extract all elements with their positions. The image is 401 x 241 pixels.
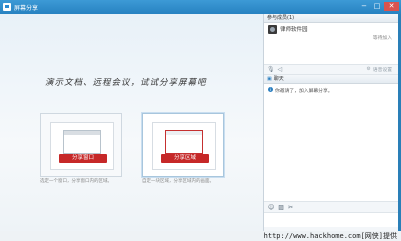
share-region-button[interactable]: 分享区域 <box>152 122 216 170</box>
side-panel: 参与成员(1) 律师软件园 等待加入 🎙 ◁ ⚙ 语音设置 ▣ 聊天 i 你邀请… <box>263 14 398 231</box>
mic-icon[interactable]: 🎙 <box>267 66 275 74</box>
members-header: 参与成员(1) <box>264 14 398 23</box>
slogan-text: 演示文档、远程会议，试试分享屏幕吧 <box>45 78 207 88</box>
window-icon <box>63 130 101 154</box>
share-window-card[interactable]: 分享窗口 <box>40 113 122 177</box>
share-region-label: 分享区域 <box>161 154 209 163</box>
member-status: 等待加入 <box>372 36 392 41</box>
chat-header: ▣ 聊天 <box>264 75 398 84</box>
maximize-button[interactable]: □ <box>371 2 383 11</box>
share-window-button[interactable]: 分享窗口 <box>50 122 114 170</box>
share-window-label: 分享窗口 <box>59 154 107 163</box>
audio-controls: 🎙 ◁ ⚙ 语音设置 <box>264 64 398 75</box>
share-region-card[interactable]: 分享区域 <box>142 113 224 177</box>
app-icon <box>3 3 11 11</box>
info-icon: i <box>268 87 273 92</box>
scissors-icon[interactable]: ✂ <box>288 204 293 211</box>
watermark-strip: http://www.hackhome.com[网侠]提供 <box>0 231 401 241</box>
share-window-description: 选定一个窗口，分享窗口内的区域。 <box>40 179 112 184</box>
watermark-text: http://www.hackhome.com[网侠]提供 <box>263 232 397 240</box>
chat-toolbar: ☺ ▨ ✂ <box>264 201 398 212</box>
title-bar: 屏幕分享 − □ ✕ <box>0 0 401 14</box>
window-title: 屏幕分享 <box>14 4 39 12</box>
region-icon <box>165 130 203 154</box>
settings-icon: ⚙ <box>366 67 371 72</box>
members-list: 律师软件园 等待加入 <box>264 23 398 64</box>
member-item[interactable]: 律师软件园 <box>264 23 398 35</box>
smiley-icon[interactable]: ☺ <box>268 204 274 211</box>
share-main-area: 演示文档、远程会议，试试分享屏幕吧 分享窗口 选定一个窗口，分享窗口内的区域。 … <box>0 14 263 231</box>
avatar <box>268 24 277 34</box>
close-button[interactable]: ✕ <box>384 2 399 11</box>
speaker-icon[interactable]: ◁ <box>278 66 283 74</box>
image-icon[interactable]: ▨ <box>278 204 284 211</box>
window-controls: − □ ✕ <box>358 2 399 11</box>
chat-input[interactable] <box>264 212 398 227</box>
voice-settings-label: 语音设置 <box>372 68 392 73</box>
system-message-text: 你邀请了，加入屏幕分享。 <box>275 89 333 94</box>
chat-messages: i 你邀请了，加入屏幕分享。 <box>264 84 398 201</box>
member-name: 律师软件园 <box>280 27 308 33</box>
chat-bubble-icon: ▣ <box>267 75 272 82</box>
voice-settings[interactable]: ⚙ 语音设置 <box>366 66 392 73</box>
minimize-button[interactable]: − <box>358 2 370 11</box>
share-region-description: 自定一块区域，分享区域内的画面。 <box>142 179 214 184</box>
system-message: i 你邀请了，加入屏幕分享。 <box>268 87 394 94</box>
chat-title: 聊天 <box>273 75 284 82</box>
